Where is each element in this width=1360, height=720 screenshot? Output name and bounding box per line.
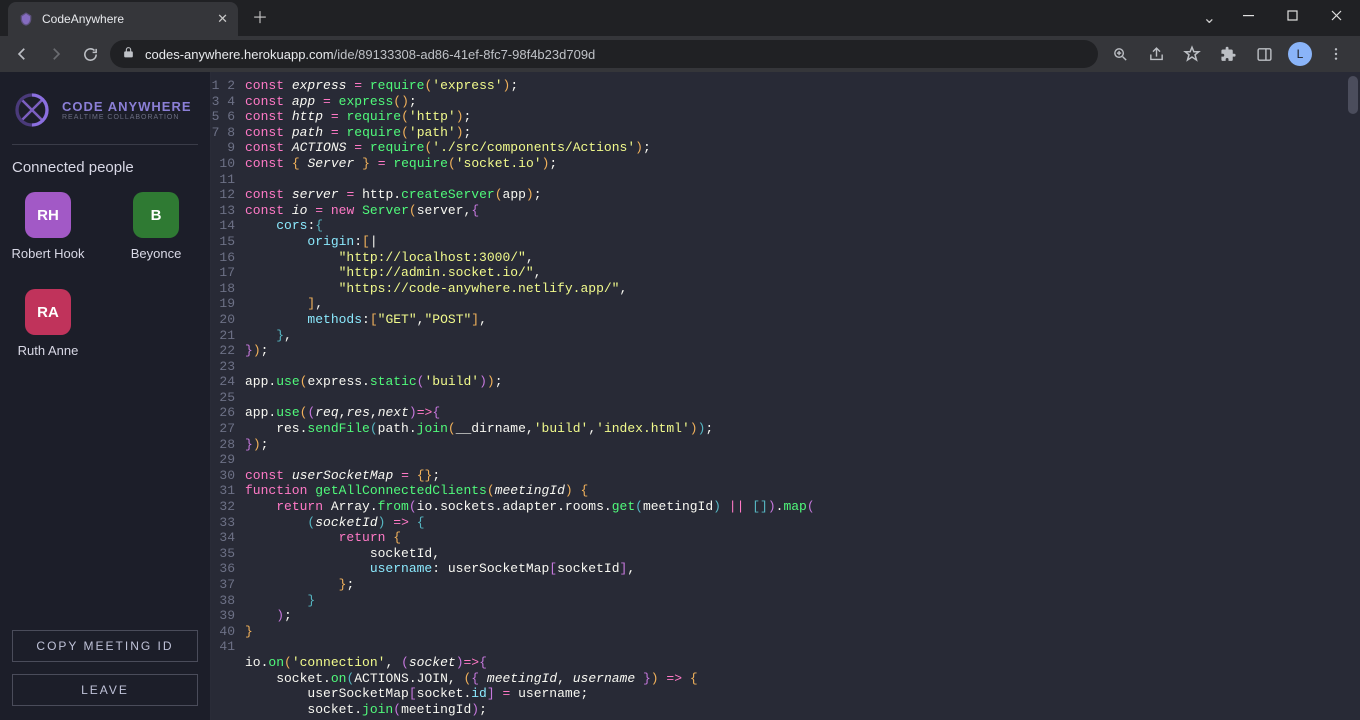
user-name: Robert Hook — [12, 246, 85, 261]
address-bar[interactable]: codes-anywhere.herokuapp.com/ide/8913330… — [110, 40, 1098, 68]
user-item[interactable]: RA Ruth Anne — [12, 289, 84, 358]
kebab-menu-icon[interactable] — [1320, 40, 1352, 68]
code-editor[interactable]: 1 2 3 4 5 6 7 8 9 10 11 12 13 14 15 16 1… — [211, 72, 1360, 720]
zoom-icon[interactable] — [1104, 40, 1136, 68]
profile-avatar[interactable]: L — [1288, 42, 1312, 66]
tab-title: CodeAnywhere — [42, 12, 209, 26]
window-controls — [1226, 0, 1358, 30]
user-item[interactable]: B Beyonce — [120, 192, 192, 261]
user-name: Beyonce — [131, 246, 182, 261]
sidebar: CODE ANYWHERE REALTIME COLLABORATION Con… — [0, 72, 211, 720]
user-list: RH Robert Hook B Beyonce RA Ruth Anne — [12, 192, 198, 358]
nav-reload-button[interactable] — [76, 40, 104, 68]
user-avatar: B — [133, 192, 179, 238]
sidepanel-icon[interactable] — [1248, 40, 1280, 68]
browser-tab[interactable]: CodeAnywhere ✕ — [8, 2, 238, 36]
bookmark-star-icon[interactable] — [1176, 40, 1208, 68]
browser-titlebar: CodeAnywhere ✕ ＋ ⌄ — [0, 0, 1360, 36]
user-item[interactable]: RH Robert Hook — [12, 192, 84, 261]
chevron-down-icon[interactable]: ⌄ — [1203, 8, 1216, 28]
extensions-icon[interactable] — [1212, 40, 1244, 68]
window-maximize[interactable] — [1270, 0, 1314, 30]
browser-toolbar: codes-anywhere.herokuapp.com/ide/8913330… — [0, 36, 1360, 72]
share-icon[interactable] — [1140, 40, 1172, 68]
lock-icon — [122, 46, 135, 62]
window-minimize[interactable] — [1226, 0, 1270, 30]
user-name: Ruth Anne — [18, 343, 79, 358]
connected-people-heading: Connected people — [12, 159, 198, 176]
nav-back-button[interactable] — [8, 40, 36, 68]
brand-logo-icon — [12, 90, 52, 130]
url-text: codes-anywhere.herokuapp.com/ide/8913330… — [145, 47, 595, 62]
tab-favicon-icon — [18, 11, 34, 27]
copy-meeting-id-button[interactable]: COPY MEETING ID — [12, 630, 198, 662]
leave-button[interactable]: LEAVE — [12, 674, 198, 706]
tab-close-icon[interactable]: ✕ — [217, 11, 228, 27]
brand: CODE ANYWHERE REALTIME COLLABORATION — [12, 84, 198, 145]
code-content[interactable]: const express = require('express'); cons… — [241, 72, 1360, 720]
editor-scrollbar[interactable] — [1348, 76, 1358, 114]
brand-name: CODE ANYWHERE — [62, 99, 192, 114]
line-number-gutter: 1 2 3 4 5 6 7 8 9 10 11 12 13 14 15 16 1… — [211, 72, 241, 720]
brand-subtitle: REALTIME COLLABORATION — [62, 114, 192, 121]
window-close[interactable] — [1314, 0, 1358, 30]
new-tab-button[interactable]: ＋ — [252, 4, 268, 28]
user-avatar: RH — [25, 192, 71, 238]
nav-forward-button[interactable] — [42, 40, 70, 68]
app-root: CODE ANYWHERE REALTIME COLLABORATION Con… — [0, 72, 1360, 720]
user-avatar: RA — [25, 289, 71, 335]
